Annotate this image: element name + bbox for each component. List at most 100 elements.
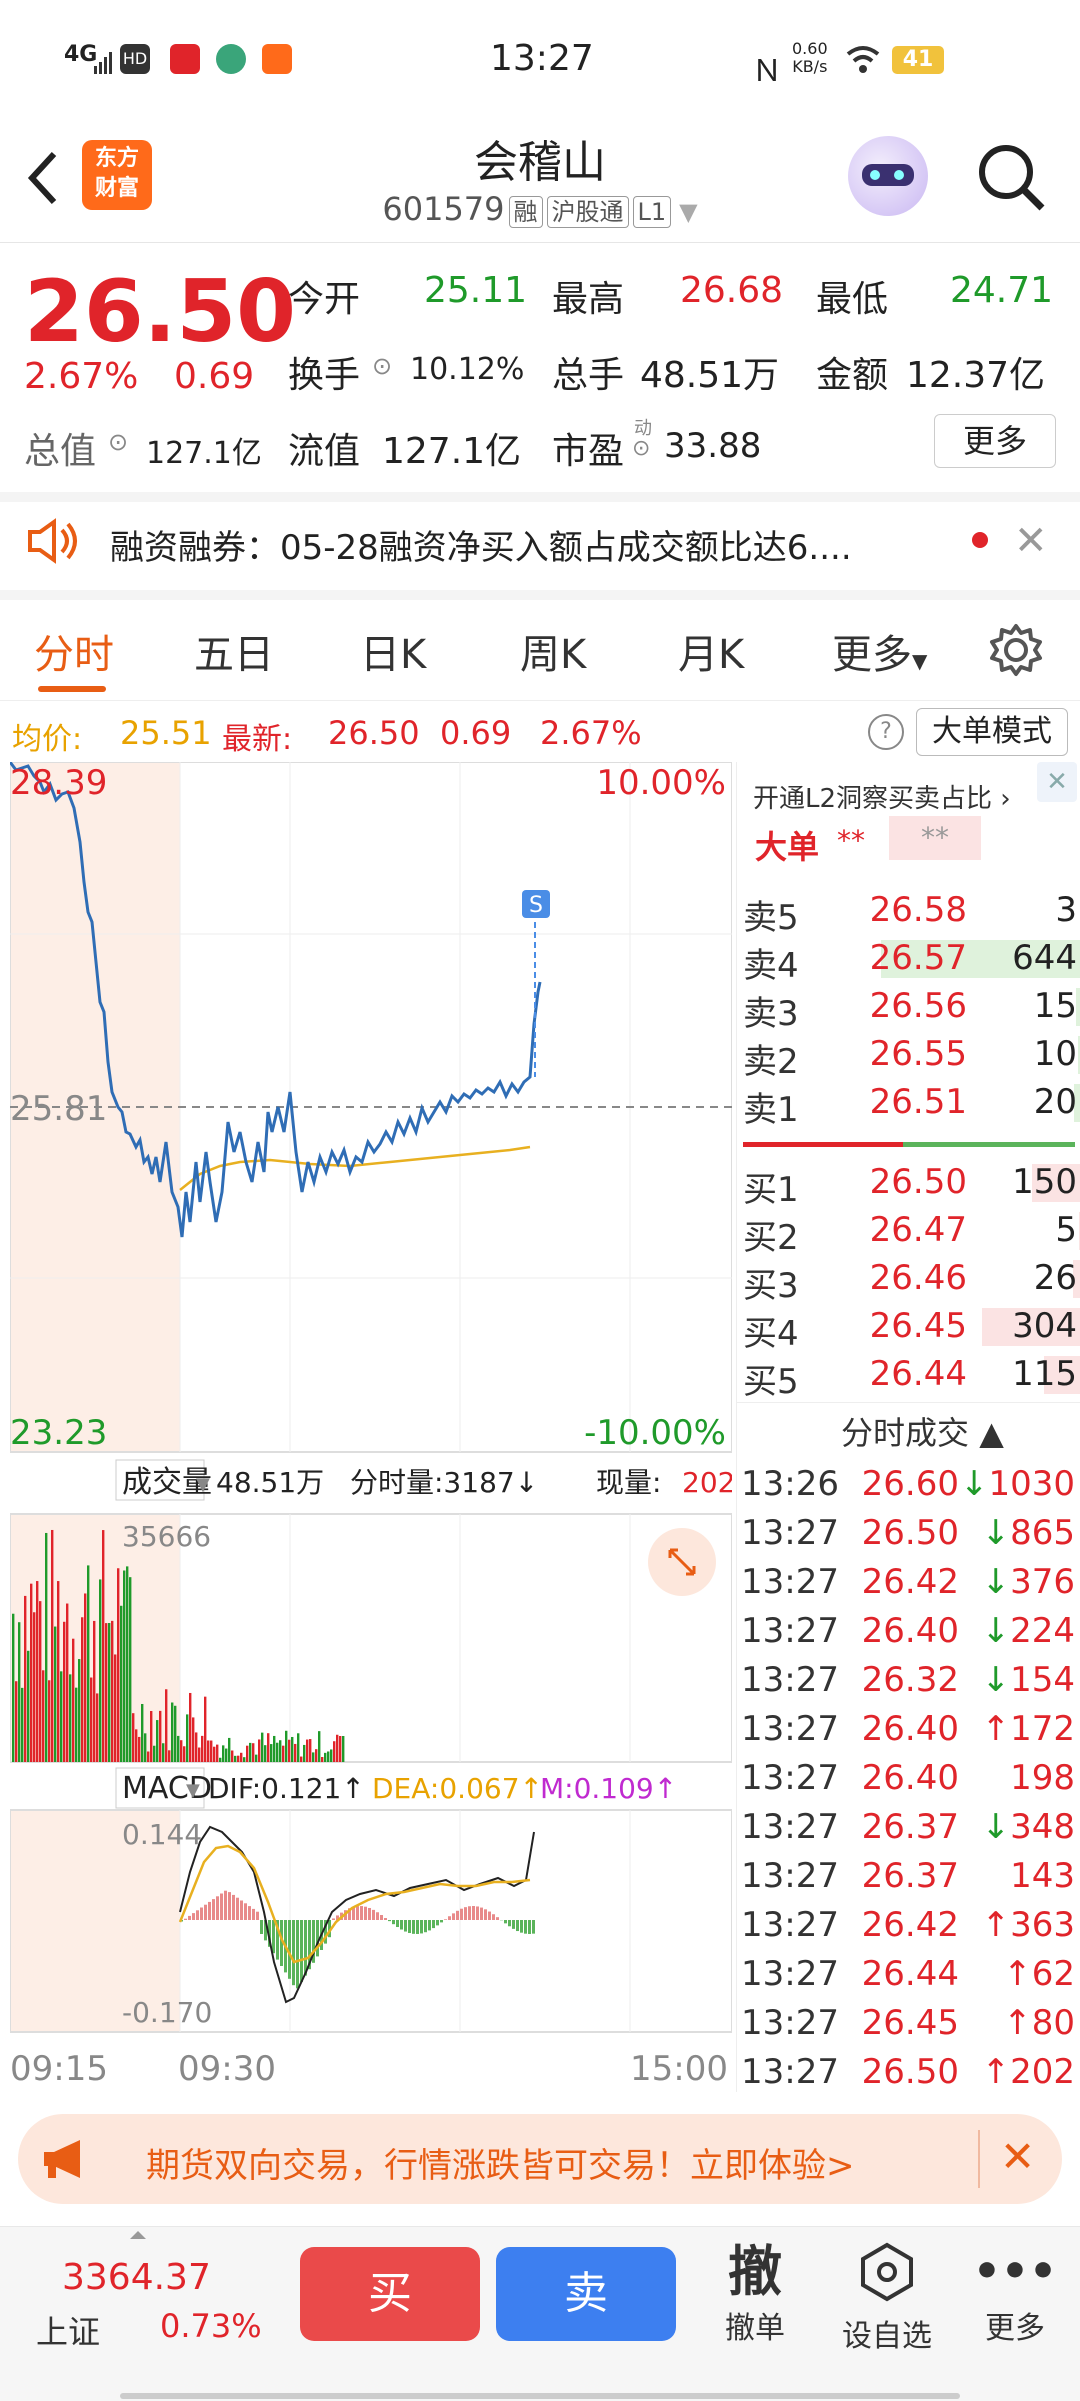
sell-level-row[interactable]: 卖526.583 [737,886,1080,934]
tick-row: 13:2726.37↓348 [737,1803,1080,1852]
volume-bar [24,1596,26,1762]
tick-volume: 376 [1010,1562,1075,1602]
volume-bar [21,1688,23,1762]
vol-now: 202 [682,1466,732,1499]
macd-bar [200,1908,203,1921]
buy-level-row[interactable]: 买126.50150 [737,1158,1080,1206]
volume-bar [336,1735,338,1762]
dropdown-icon[interactable]: ▼ [679,198,697,226]
tick-direction-icon: ↑ [982,1905,1011,1945]
tick-direction-icon: ↓ [982,1513,1011,1553]
buy-level-row[interactable]: 买326.4626 [737,1254,1080,1302]
turnover-label: 换手 [288,346,360,398]
macd-bar [204,1905,207,1920]
volume-bar [330,1749,332,1762]
volume-bar [219,1758,221,1762]
volume-bar [204,1697,206,1762]
macd-bar [492,1914,495,1920]
tab-monthly-k[interactable]: 月K [678,622,744,680]
volume-bar [282,1746,284,1762]
stock-header: 东方财富 会稽山 601579融沪股通L1▼ [0,120,1080,243]
tab-daily-k[interactable]: 日K [360,622,426,680]
macd-bar [256,1912,259,1920]
cancel-order-button[interactable]: 撤 撤单 [700,2241,810,2347]
volume-bar [105,1623,107,1762]
watchlist-icon [857,2241,917,2303]
assistant-avatar[interactable] [848,136,928,216]
info-icon[interactable]: ⊙ [632,436,650,461]
close-icon[interactable]: ✕ [1037,762,1077,802]
volume-bar [303,1745,305,1762]
sell-level-row[interactable]: 卖126.5120 [737,1078,1080,1126]
intraday-chart[interactable]: S 28.39 25.81 23.23 10.00% -10.00% 成交量 ▼… [10,762,732,2092]
volume-bar [333,1741,335,1762]
buy-level-row[interactable]: 买426.45304 [737,1302,1080,1350]
close-icon[interactable]: ✕ [1014,518,1048,564]
tab-five-day[interactable]: 五日 [194,622,274,680]
volume-bar [192,1717,194,1762]
tab-weekly-k[interactable]: 周K [520,622,586,680]
level-label: 买5 [743,1354,799,1403]
info-icon[interactable]: ⊙ [108,428,128,456]
vol-minute: 分时量:3187↓ [350,1466,538,1499]
macd-bar [484,1909,487,1920]
big-order-mode-button[interactable]: 大单模式 [916,708,1068,756]
change-percent: 2.67% [24,356,138,397]
level-tag: L1 [633,196,672,228]
index-value[interactable]: 3364.37 [62,2257,211,2298]
buy-level-row[interactable]: 买526.44115 [737,1350,1080,1398]
notice-text: 融资融券：05-28融资净买入额占成交额比达6.... [110,520,852,569]
sell-level-row[interactable]: 卖226.5510 [737,1030,1080,1078]
volume-bar [84,1593,86,1762]
macd-bar [224,1891,227,1920]
level-volume: 10 [1034,1034,1077,1074]
sell-level-row[interactable]: 卖326.5615 [737,982,1080,1030]
expand-index-icon[interactable] [130,2231,146,2239]
sell-level-row[interactable]: 卖426.57644 [737,934,1080,982]
macd-bar [384,1918,387,1920]
volume-bar [36,1581,38,1762]
level-label: 卖2 [743,1034,799,1083]
close-icon[interactable]: ✕ [1000,2132,1035,2181]
volume-bar [156,1720,158,1762]
volume-bar [60,1671,62,1762]
tick-list[interactable]: 13:2626.60↓103013:2726.50↓86513:2726.42↓… [737,1460,1080,2100]
macd-bar [460,1909,463,1920]
buy-level-row[interactable]: 买226.475 [737,1206,1080,1254]
macd-bar [292,1920,295,1985]
float-value: 127.1亿 [382,422,521,474]
sell-button[interactable]: 卖 [496,2247,676,2341]
more-quote-button[interactable]: 更多 [934,414,1056,468]
tab-intraday[interactable]: 分时 [34,622,114,680]
promo-banner[interactable]: 期货双向交易，行情涨跌皆可交易！立即体验> ✕ [18,2114,1062,2204]
promo-text: 期货双向交易，行情涨跌皆可交易！立即体验> [146,2138,855,2187]
latest-pct: 2.67% [540,714,642,752]
level-price: 26.44 [857,1354,967,1394]
level-volume: 115 [1012,1354,1077,1394]
cancel-label: 撤单 [700,2303,810,2347]
tab-more[interactable]: 更多▼ [832,622,927,680]
help-icon[interactable]: ? [868,714,904,750]
macd-bar [480,1908,483,1920]
notice-bar[interactable]: 融资融券：05-28融资净买入额占成交额比达6.... ✕ [0,492,1080,600]
ticks-header[interactable]: 分时成交 ▲ [841,1408,1004,1454]
settings-icon[interactable] [988,622,1044,682]
volume-bar [108,1623,110,1762]
macd-bar [260,1920,263,1934]
volume-bar [207,1740,209,1762]
buy-button[interactable]: 买 [300,2247,480,2341]
tick-row: 13:2726.37143 [737,1852,1080,1901]
macd-bar [368,1908,371,1920]
tick-time: 13:27 [741,1807,839,1847]
volume-bar [177,1736,179,1762]
tick-time: 13:27 [741,1709,839,1749]
add-watchlist-button[interactable]: 设自选 [832,2241,942,2355]
l2-link[interactable]: 开通L2洞察买卖占比 › [753,778,1011,815]
more-button[interactable]: ••• 更多 [960,2241,1070,2347]
info-icon[interactable]: ⊙ [372,352,392,380]
macd-bar [244,1903,247,1920]
watchlist-label: 设自选 [832,2311,942,2355]
cancel-glyph-icon: 撤 [700,2241,810,2303]
search-icon[interactable] [976,142,1048,214]
macd-bar [488,1912,491,1920]
